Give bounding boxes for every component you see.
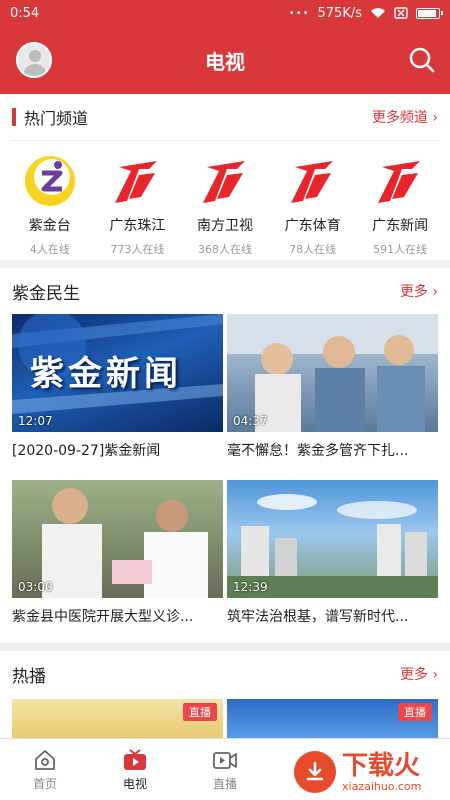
video-thumbnail: 03:00 [12, 480, 223, 598]
user-avatar[interactable] [16, 42, 52, 78]
video-title: 紫金县中医院开展大型义诊... [12, 609, 194, 625]
video-thumbnail: 紫金新闻 12:07 [12, 314, 223, 432]
channel-name: 紫金台 [28, 218, 71, 234]
live-card[interactable]: 直播 [227, 699, 438, 741]
channel-name: 广东体育 [284, 218, 341, 234]
video-card[interactable]: 紫金新闻 12:07 [2020-09-27]紫金新闻 [12, 314, 223, 460]
channel-item-gd-sports[interactable]: 广东体育 78人在线 [269, 155, 357, 257]
video-title: 筑牢法治根基，谱写新时代... [227, 609, 409, 625]
nav-tv[interactable]: 电视 [90, 739, 180, 800]
nav-label: 直播 [212, 776, 237, 791]
channel-viewers: 4人在线 [29, 243, 70, 256]
channel-name: 广东珠江 [109, 218, 166, 234]
zijin-minsheng-section: 紫金民生 更多 › 紫金新闻 12:07 [2020-09-27]紫金新闻 04… [0, 268, 450, 643]
battery-icon [416, 7, 443, 19]
hot-channels-section: 热门频道 更多频道 › 紫金台 4人在线 广东珠江 773人在线 南方卫视 36… [0, 94, 450, 260]
video-card[interactable]: 12:39 筑牢法治根基，谱写新时代... [227, 480, 438, 626]
live-card[interactable]: 直播 [12, 699, 223, 741]
section-accent-bar [12, 108, 16, 126]
more-channels-link[interactable]: 更多频道 › [372, 107, 438, 127]
channel-viewers: 368人在线 [197, 243, 252, 256]
video-icon [213, 751, 237, 769]
status-time: 0:54 [10, 5, 40, 21]
gdtv-logo-icon [196, 155, 254, 207]
live-badge: 直播 [183, 703, 217, 721]
watermark-url: xiazaihuo.com [342, 779, 422, 793]
download-icon [294, 751, 336, 793]
hot-channels-title: 热门频道 [24, 109, 89, 128]
video-title: 毫不懈怠！紫金多管齐下扎... [227, 443, 409, 459]
nav-label: 首页 [32, 776, 57, 791]
search-icon[interactable] [408, 46, 436, 74]
nav-label: 电视 [122, 776, 147, 791]
channel-viewers: 78人在线 [289, 243, 337, 256]
video-duration: 04:37 [233, 414, 268, 428]
rebo-title: 热播 [12, 666, 46, 687]
gdtv-logo-icon [371, 155, 429, 207]
channel-item-gd-news[interactable]: 广东新闻 591人在线 [356, 155, 444, 257]
more-link[interactable]: 更多 › [400, 281, 438, 301]
watermark-text: 下载火 [342, 750, 421, 781]
zijin-logo-icon [21, 155, 79, 207]
video-card[interactable]: 03:00 紫金县中医院开展大型义诊... [12, 480, 223, 626]
status-bar: 0:54 ••• 575K/s [0, 0, 450, 26]
thumbnail-caption: 紫金新闻 [30, 354, 182, 394]
video-duration: 12:07 [18, 414, 53, 428]
channel-name: 南方卫视 [196, 218, 253, 234]
video-card[interactable]: 04:37 毫不懈怠！紫金多管齐下扎... [227, 314, 438, 460]
nav-home[interactable]: 首页 [0, 739, 90, 800]
zijin-minsheng-title: 紫金民生 [12, 283, 80, 304]
more-link[interactable]: 更多 › [400, 664, 438, 684]
page-title: 电视 [205, 49, 245, 74]
channel-item-nanfang[interactable]: 南方卫视 368人在线 [181, 155, 269, 257]
video-title: [2020-09-27]紫金新闻 [12, 443, 161, 459]
gdtv-logo-icon [284, 155, 342, 207]
channel-item-gd-zhujiang[interactable]: 广东珠江 773人在线 [94, 155, 182, 257]
watermark-logo: 下载火 xiazaihuo.com [294, 744, 444, 800]
notification-dots: ••• [288, 7, 310, 19]
video-thumbnail: 12:39 [227, 480, 438, 598]
network-speed: 575K/s [317, 5, 363, 21]
nav-live[interactable]: 直播 [180, 739, 270, 800]
live-badge: 直播 [398, 703, 432, 721]
video-duration: 03:00 [18, 580, 53, 594]
video-duration: 12:39 [233, 580, 268, 594]
gdtv-logo-icon [108, 155, 166, 207]
wifi-icon [371, 8, 385, 18]
tv-icon [124, 748, 146, 770]
no-sim-icon [394, 7, 408, 19]
channel-name: 广东新闻 [372, 218, 429, 234]
home-icon [35, 749, 55, 770]
channel-viewers: 773人在线 [110, 243, 165, 256]
app-header: 电视 [0, 26, 450, 94]
channel-item-zijin[interactable]: 紫金台 4人在线 [6, 155, 94, 257]
video-thumbnail: 04:37 [227, 314, 438, 432]
channel-viewers: 591人在线 [373, 243, 428, 256]
